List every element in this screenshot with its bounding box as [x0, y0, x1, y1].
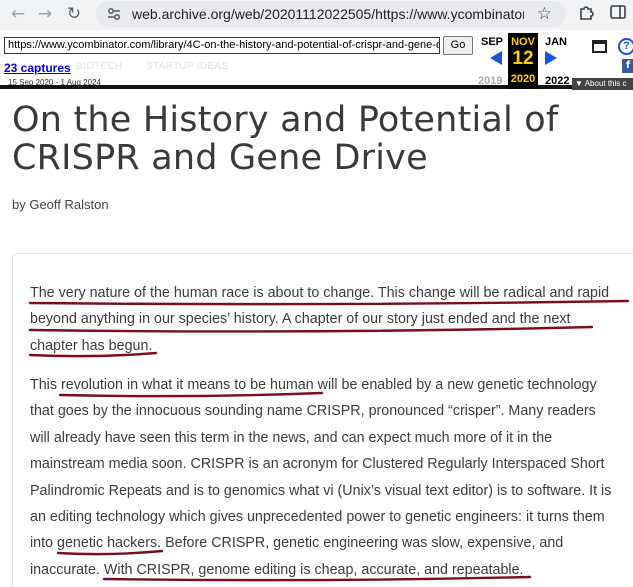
- help-icon[interactable]: ?: [618, 38, 633, 55]
- paragraph-line: inaccurate. With CRISPR, genome editing …: [30, 561, 524, 578]
- paragraph-line: This revolution in what it means to be h…: [30, 377, 597, 393]
- prev-year[interactable]: 2019: [478, 75, 502, 87]
- forward-arrow-icon[interactable]: →: [34, 3, 56, 25]
- paragraph-line: Palindromic Repeats and is to genomics w…: [30, 482, 612, 499]
- current-year: 2020: [510, 73, 536, 85]
- paragraph-line: will already have seen this term in the …: [30, 429, 553, 446]
- paragraph-line: that goes by the innocuous sounding name…: [30, 403, 596, 420]
- current-day: 12: [512, 48, 534, 69]
- paragraph-2: This revolution in what it means to be h…: [30, 372, 630, 583]
- current-capture-date: NOV 12 2020: [508, 33, 538, 89]
- next-month[interactable]: JAN: [545, 36, 567, 48]
- about-capture-label: About this c: [584, 79, 627, 88]
- puzzle-icon[interactable]: [578, 3, 596, 26]
- reload-icon[interactable]: ↻: [63, 3, 85, 25]
- wayback-url-input[interactable]: https://www.ycombinator.com/library/4C-o…: [4, 37, 440, 54]
- current-month: NOV: [511, 36, 535, 48]
- capture-range: 15 Sep 2020 - 1 Aug 2024: [8, 78, 101, 87]
- tune-icon[interactable]: [106, 6, 122, 22]
- captures-link[interactable]: 23 captures: [4, 61, 71, 75]
- star-icon[interactable]: ☆: [537, 4, 552, 24]
- back-arrow-icon[interactable]: ←: [7, 3, 29, 25]
- next-year[interactable]: 2022: [545, 75, 569, 87]
- address-bar[interactable]: web.archive.org/web/20201112022505/https…: [96, 1, 566, 27]
- prev-month[interactable]: SEP: [481, 36, 503, 48]
- article-title-line-1: On the History and Potential of: [12, 100, 559, 140]
- address-bar-url[interactable]: web.archive.org/web/20201112022505/https…: [132, 5, 524, 23]
- about-capture-dropdown[interactable]: ▼ About this c: [572, 78, 633, 90]
- paragraph-line: mainstream media soon. CRISPR is an acro…: [30, 456, 605, 473]
- byline: by Geoff Ralston: [12, 197, 109, 212]
- article-title: On the History and Potential of CRISPR a…: [12, 101, 612, 177]
- facebook-icon[interactable]: f: [622, 59, 633, 73]
- side-panel-icon[interactable]: [609, 3, 627, 26]
- wayback-toolbar: https://www.ycombinator.com/library/4C-o…: [0, 31, 633, 90]
- window-icon[interactable]: [592, 40, 607, 53]
- paragraph-line: The very nature of the human race is abo…: [30, 285, 610, 301]
- paragraph-line: chapter has begun.: [30, 337, 153, 354]
- article-title-line-2: CRISPR and Gene Drive: [12, 138, 428, 178]
- paragraph-line: beyond anything in our species’ history.…: [30, 311, 571, 328]
- go-button[interactable]: Go: [443, 36, 473, 55]
- faded-tag-startup-ideas: STARTUP IDEAS: [146, 61, 229, 72]
- browser-toolbar: ← → ↻ web.archive.org/web/20201112022505…: [0, 0, 633, 30]
- prev-capture-arrow-icon[interactable]: [490, 51, 502, 65]
- paragraph-line: into genetic hackers. Before CRISPR, gen…: [30, 535, 564, 552]
- next-capture-arrow-icon[interactable]: [545, 51, 557, 65]
- faded-tag-biotech: BIOTECH: [76, 61, 123, 72]
- paragraph-1: The very nature of the human race is abo…: [30, 280, 630, 359]
- paragraph-line: an editing technology which gives unprec…: [30, 508, 605, 525]
